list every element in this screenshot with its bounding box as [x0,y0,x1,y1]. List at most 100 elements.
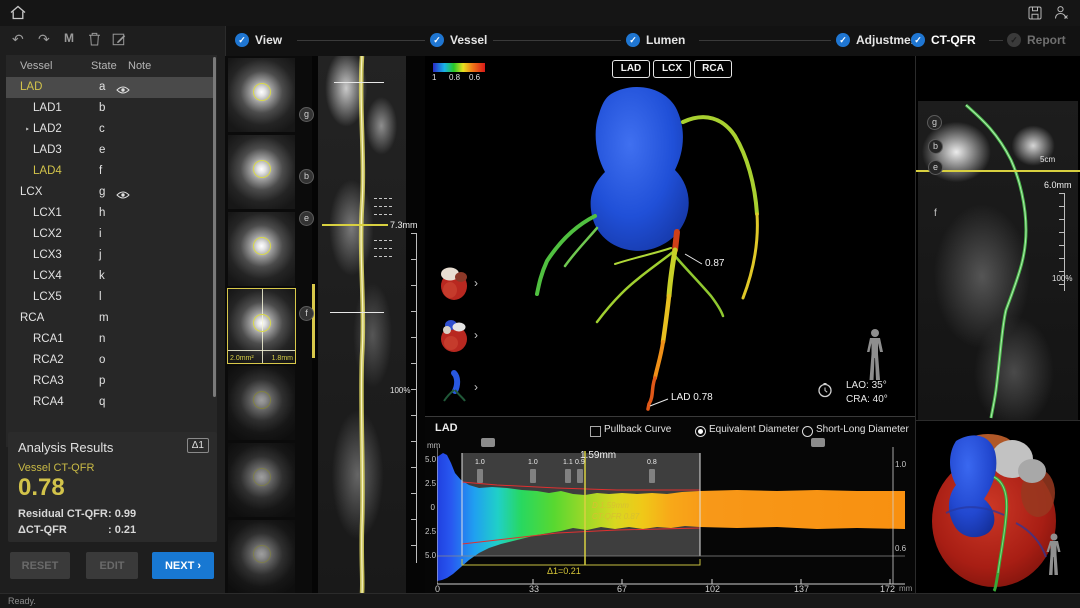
vessel-row-rca[interactable]: RCA m [6,308,214,329]
range-handle-right[interactable] [811,438,825,447]
vessel-3d-view[interactable]: 1 0.8 0.6 LAD LCX RCA [425,56,915,416]
mpr-zoom-label: 100% [390,386,410,395]
vessel-list: Vessel State Note LAD a LAD1 b ‣ LAD2 c … [6,55,217,447]
vessel-state: g [99,182,105,203]
vessel-row-lad1[interactable]: LAD1 b [6,98,214,119]
tab-ct-qfr[interactable]: ✓ CT-QFR [911,33,976,47]
tab-lumen[interactable]: ✓ Lumen [626,33,685,47]
tab-view[interactable]: ✓ View [235,33,282,47]
stenosis-marker-pin[interactable] [577,469,583,483]
segment-marker-b[interactable]: b [299,169,314,184]
cross-section-thumb[interactable] [228,366,295,440]
vessel-name: LAD2 [33,119,62,140]
chart-vessel-label: LAD [435,422,458,434]
vessel-state: b [99,98,105,119]
stenosis-marker-pin[interactable] [530,469,536,483]
equivalent-diameter-radio[interactable] [695,426,706,437]
vessel-row-lcx3[interactable]: LCX3 j [6,245,214,266]
edit-button[interactable]: EDIT [86,552,138,579]
segment-marker-e[interactable]: e [299,211,314,226]
cross-section-thumb[interactable] [228,135,295,209]
vessel-row-lad[interactable]: LAD a [6,77,214,98]
user-icon[interactable] [1054,5,1069,25]
straightened-mpr-panel[interactable]: 7.3mm 100% [312,56,425,593]
pullback-curve-checkbox[interactable] [590,426,601,437]
edit-icon[interactable] [112,32,126,49]
vessel-row-rca4[interactable]: RCA4 q [6,392,214,413]
measure-icon[interactable]: M [64,31,74,45]
vessel-name: LCX2 [33,224,62,245]
y-tick: 2.5 [425,527,435,536]
section-line[interactable] [330,312,384,313]
stenosis-marker-value: 0.9 [575,459,585,466]
redo-icon[interactable]: ↷ [38,31,50,48]
segment-marker-g[interactable]: g [299,107,314,122]
cpr-zoom-label: 100% [1052,274,1072,283]
diameter-plot[interactable] [437,447,905,589]
cross-section-thumb[interactable] [228,520,295,594]
tab-adjustment[interactable]: ✓ Adjustment [836,33,922,47]
vessel-row-lad3[interactable]: LAD3 e [6,140,214,161]
cra-angle-label: CRA: 40° [846,394,888,405]
tab-report[interactable]: ✓ Report [1007,33,1066,47]
vessel-name: LCX3 [33,245,62,266]
section-line[interactable] [334,82,384,83]
selected-range-indicator [312,284,315,358]
undo-icon[interactable]: ↶ [12,31,24,48]
vessel-name: RCA [20,308,44,329]
tab-vessel[interactable]: ✓ Vessel [430,33,487,47]
cpr-view-panel[interactable]: g b e f 5cm 6.0mm 100% [915,56,1080,420]
vessel-row-lcx4[interactable]: LCX4 k [6,266,214,287]
delta-badge[interactable]: Δ1 [187,438,209,453]
lumen-contour-icon [253,314,271,332]
analysis-title: Analysis Results [18,440,113,455]
vessel-row-lad2[interactable]: ‣ LAD2 c [6,119,214,140]
vessel-ctqfr-label: Vessel CT-QFR [18,462,94,474]
delete-icon[interactable] [88,32,101,49]
cross-section-thumb[interactable] [228,58,295,132]
cross-section-thumb[interactable] [228,212,295,286]
cross-section-thumb-selected[interactable]: 2.0mm² 1.8mm [228,289,295,363]
vessel-list-scrollbar[interactable] [213,57,216,397]
vessel-row-lcx5[interactable]: LCX5 l [6,287,214,308]
col-note: Note [128,55,151,77]
vessel-row-lad4[interactable]: LAD4 f [6,161,214,182]
vessel-row-lcx2[interactable]: LCX2 i [6,224,214,245]
view-preset-heart-2[interactable]: › [438,316,472,354]
vessel-row-lcx[interactable]: LCX g [6,182,214,203]
measurement-line[interactable] [322,224,388,226]
delta-ctqfr-label: ΔCT-QFR [18,524,67,536]
rotation-clock-icon[interactable] [817,382,833,403]
vessel-name: LCX5 [33,287,62,308]
vessel-state: f [99,161,102,182]
vessel-name: LAD3 [33,140,62,161]
range-handle-left[interactable] [481,438,495,447]
vessel-row-rca2[interactable]: RCA2 o [6,350,214,371]
short-long-diameter-radio[interactable] [802,426,813,437]
reset-button[interactable]: RESET [10,552,70,579]
vessel-row-rca3[interactable]: RCA3 p [6,371,214,392]
cpr-marker-e[interactable]: e [928,160,943,175]
chevron-right-icon: › [474,380,478,394]
stenosis-marker-pin[interactable] [565,469,571,483]
view-preset-heart-1[interactable]: › [438,264,472,302]
heart-3d-panel[interactable] [915,420,1080,594]
cross-section-thumb[interactable] [228,443,295,517]
cpr-marker-b[interactable]: b [928,139,943,154]
check-icon: ✓ [911,33,925,47]
cpr-marker-f[interactable]: f [934,208,937,219]
save-icon[interactable] [1028,6,1042,25]
view-preset-tree[interactable]: › [438,368,472,406]
home-icon[interactable] [10,5,26,25]
stenosis-marker-pin[interactable] [649,469,655,483]
tab-label: CT-QFR [931,33,976,47]
vessel-row-lcx1[interactable]: LCX1 h [6,203,214,224]
y-tick: 5.0 [425,551,435,560]
vessel-row-rca1[interactable]: RCA1 n [6,329,214,350]
cpr-marker-g[interactable]: g [927,115,942,130]
segment-marker-f[interactable]: f [299,306,314,321]
next-button[interactable]: NEXT › [152,552,214,579]
vessel-state: j [99,245,102,266]
stenosis-marker-pin[interactable] [477,469,483,483]
vessel-name: LCX4 [33,266,62,287]
